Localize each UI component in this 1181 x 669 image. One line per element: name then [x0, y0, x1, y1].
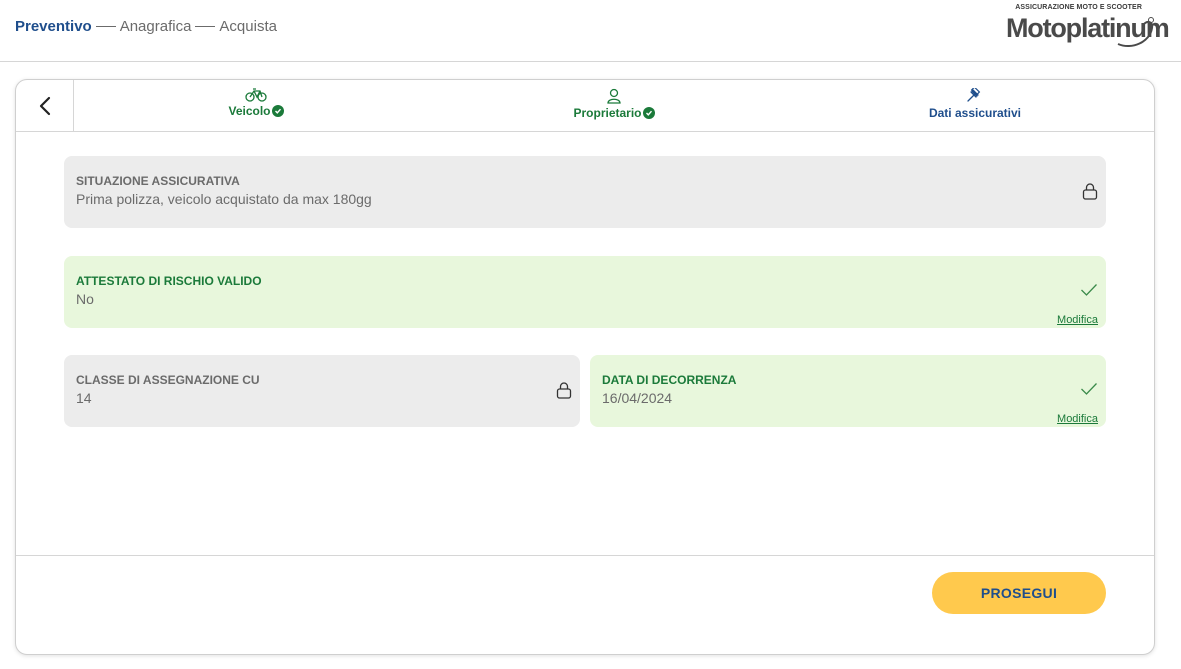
data-decorrenza-field: DATA DI DECORRENZA 16/04/2024 Modifica	[590, 355, 1106, 427]
field-value: 14	[76, 390, 92, 406]
lock-icon	[1082, 183, 1098, 200]
lock-icon	[556, 382, 572, 399]
field-label: SITUAZIONE ASSICURATIVA	[76, 174, 240, 188]
quote-card: Veicolo Proprietario Dati assicurativi S…	[15, 79, 1155, 655]
tab-proprietario[interactable]: Proprietario	[564, 88, 664, 128]
modifica-decorrenza-link[interactable]: Modifica	[1057, 413, 1098, 425]
field-label: DATA DI DECORRENZA	[602, 373, 737, 387]
tab-veicolo-label: Veicolo	[228, 104, 271, 118]
check-icon	[1081, 383, 1097, 395]
bicycle-icon	[245, 88, 267, 102]
completed-check-icon	[271, 105, 284, 117]
gavel-icon	[967, 88, 981, 102]
logo-swoosh-icon	[1117, 17, 1154, 47]
person-icon	[607, 88, 621, 104]
field-value: No	[76, 291, 94, 307]
breadcrumb-separator	[195, 26, 216, 27]
logo-tagline: ASSICURAZIONE MOTO E SCOOTER	[1015, 4, 1142, 11]
breadcrumb-step-acquista: Acquista	[219, 18, 277, 35]
field-label: CLASSE DI ASSEGNAZIONE CU	[76, 373, 260, 387]
field-value: Prima polizza, veicolo acquistato da max…	[76, 191, 372, 207]
tab-dati-assicurativi-label: Dati assicurativi	[928, 106, 1022, 120]
breadcrumb-step-anagrafica: Anagrafica	[119, 18, 192, 35]
tab-veicolo[interactable]: Veicolo	[216, 88, 296, 128]
field-label: ATTESTATO DI RISCHIO VALIDO	[76, 274, 262, 288]
prosegui-button[interactable]: PROSEGUI	[932, 572, 1106, 614]
step-tabbar: Veicolo Proprietario Dati assicurativi	[16, 80, 1154, 132]
completed-check-icon	[642, 107, 655, 119]
breadcrumb-step-preventivo: Preventivo	[15, 18, 92, 35]
brand-logo[interactable]: ASSICURAZIONE MOTO E SCOOTER Motoplatinu…	[1006, 4, 1170, 48]
modifica-attestato-link[interactable]: Modifica	[1057, 314, 1098, 326]
attestato-rischio-field: ATTESTATO DI RISCHIO VALIDO No Modifica	[64, 256, 1106, 328]
field-value: 16/04/2024	[602, 390, 673, 406]
tab-proprietario-label: Proprietario	[573, 106, 642, 120]
situazione-assicurativa-field: SITUAZIONE ASSICURATIVA Prima polizza, v…	[64, 156, 1106, 228]
classe-assegnazione-field: CLASSE DI ASSEGNAZIONE CU 14	[64, 355, 580, 427]
back-button[interactable]	[16, 80, 74, 132]
tab-dati-assicurativi[interactable]: Dati assicurativi	[920, 88, 1030, 128]
footer-divider	[16, 555, 1154, 556]
breadcrumb: Preventivo Anagrafica Acquista	[15, 18, 277, 35]
chevron-left-icon	[39, 96, 50, 116]
check-icon	[1081, 284, 1097, 296]
breadcrumb-separator	[95, 26, 116, 27]
top-header: Preventivo Anagrafica Acquista ASSICURAZ…	[0, 0, 1181, 62]
